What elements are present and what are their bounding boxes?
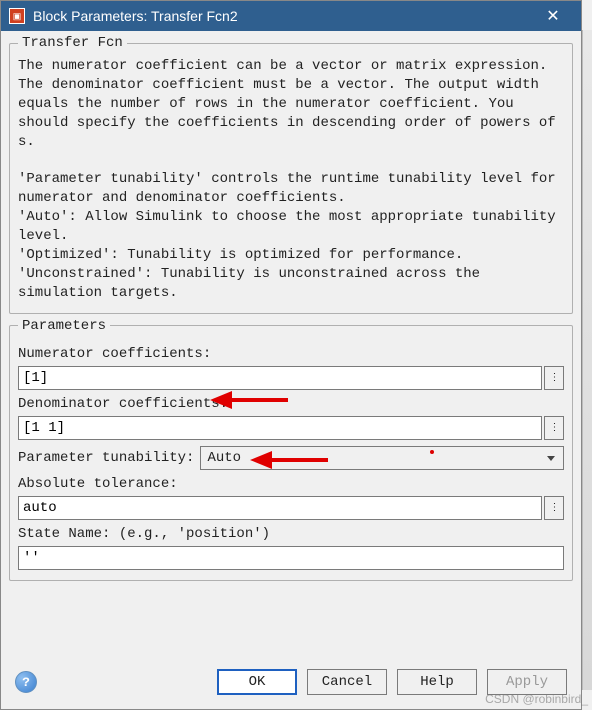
abstol-input[interactable] [18,496,542,520]
tunability-value: Auto [207,450,241,466]
tunability-select[interactable]: Auto [200,446,564,470]
numerator-more-button[interactable]: ⋮ [544,366,564,390]
description-legend: Transfer Fcn [18,35,127,51]
scrollbar[interactable] [582,30,592,690]
description-text: The numerator coefficient can be a vecto… [18,57,564,303]
help-button[interactable]: Help [397,669,477,695]
dialog-window: ▣ Block Parameters: Transfer Fcn2 ✕ Tran… [0,0,582,710]
statename-input[interactable] [18,546,564,570]
denominator-input[interactable] [18,416,542,440]
help-icon[interactable]: ? [15,671,37,693]
numerator-input[interactable] [18,366,542,390]
close-button[interactable]: ✕ [533,2,573,30]
watermark: CSDN @robinbird_ [485,692,588,706]
denominator-label: Denominator coefficients: [18,396,564,412]
cancel-button[interactable]: Cancel [307,669,387,695]
abstol-more-button[interactable]: ⋮ [544,496,564,520]
simulink-icon: ▣ [9,8,25,24]
description-group: Transfer Fcn The numerator coefficient c… [9,35,573,314]
window-title: Block Parameters: Transfer Fcn2 [33,8,533,24]
ok-button[interactable]: OK [217,669,297,695]
denominator-more-button[interactable]: ⋮ [544,416,564,440]
statename-label: State Name: (e.g., 'position') [18,526,564,542]
dialog-body: Transfer Fcn The numerator coefficient c… [1,31,581,709]
numerator-label: Numerator coefficients: [18,346,564,362]
parameters-legend: Parameters [18,318,110,334]
parameters-group: Parameters Numerator coefficients: ⋮ Den… [9,318,573,581]
tunability-label: Parameter tunability: [18,450,194,466]
titlebar: ▣ Block Parameters: Transfer Fcn2 ✕ [1,1,581,31]
abstol-label: Absolute tolerance: [18,476,564,492]
